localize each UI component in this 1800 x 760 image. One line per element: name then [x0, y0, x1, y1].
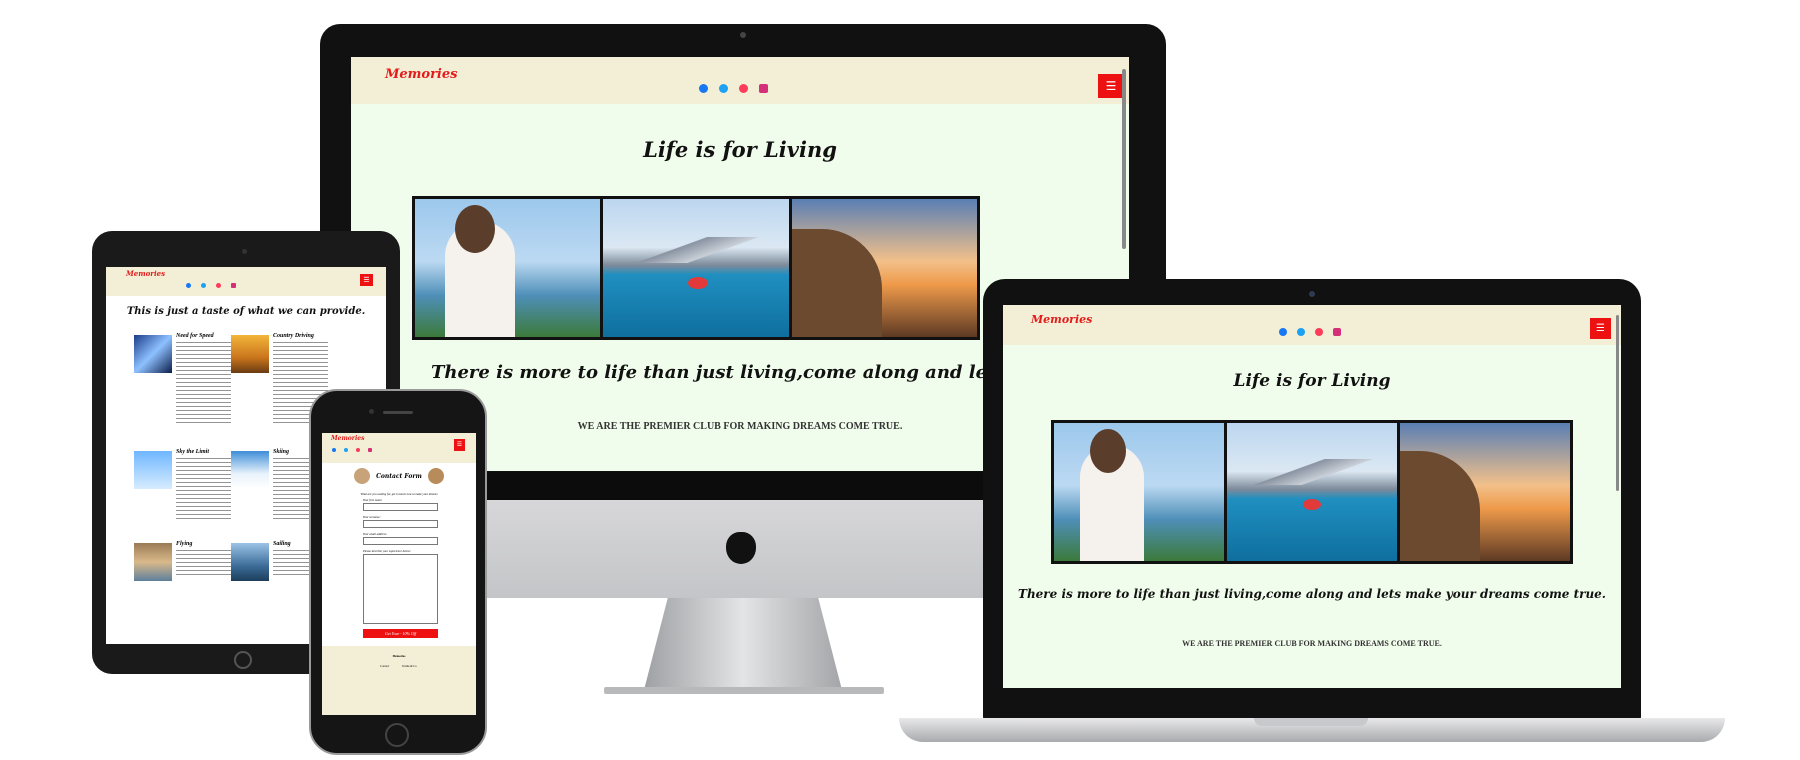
card-title: Flying: [176, 541, 193, 547]
phone-screen: Memories ☰ Contact Form What are you wai…: [322, 433, 476, 715]
nav-bar: Memories ☰: [1003, 305, 1621, 345]
label-details: Please describe your experience below:: [363, 549, 411, 553]
label-surname: Your surname:: [363, 515, 381, 519]
apple-logo-icon: [726, 532, 756, 564]
scrollbar[interactable]: [1616, 315, 1619, 491]
contact-form-title: Contact Form: [376, 473, 422, 480]
twitter-icon[interactable]: [201, 283, 206, 288]
card-text: [176, 458, 231, 520]
youtube-icon[interactable]: [1315, 328, 1323, 336]
submit-button[interactable]: Get Your - 10% Off: [363, 629, 438, 638]
social-links: [332, 448, 372, 452]
card-image: [134, 335, 172, 373]
youtube-icon[interactable]: [739, 84, 748, 93]
brand-logo[interactable]: Memories: [385, 67, 457, 82]
card-image: [231, 451, 269, 489]
menu-button[interactable]: ☰: [1590, 318, 1611, 339]
imac-camera: [740, 32, 746, 38]
card-title: Sailing: [273, 541, 291, 547]
nav-bar: Memories ☰: [351, 57, 1129, 104]
card-title: Sky the Limit: [176, 449, 209, 455]
twitter-icon[interactable]: [719, 84, 728, 93]
brand-logo[interactable]: Memories: [1031, 313, 1092, 326]
nav-bar: Memories ☰: [322, 433, 476, 463]
service-card: Need for Speed: [134, 333, 244, 433]
label-email: Your email address:: [363, 532, 387, 536]
card-text: [176, 550, 231, 576]
twitter-icon[interactable]: [344, 448, 348, 452]
surname-input[interactable]: [363, 520, 438, 528]
social-links: [186, 283, 236, 288]
facebook-icon[interactable]: [699, 84, 708, 93]
menu-button[interactable]: ☰: [1098, 74, 1124, 98]
nav-bar: Memories ☰: [106, 267, 386, 296]
banner-text: WE ARE THE PREMIER CLUB FOR MAKING DREAM…: [1182, 639, 1442, 648]
youtube-icon[interactable]: [216, 283, 221, 288]
imac-base: [604, 687, 884, 694]
label-first-name: Your first name:: [363, 498, 383, 502]
menu-button[interactable]: ☰: [360, 274, 373, 286]
laptop-camera: [1309, 291, 1315, 297]
photo-strip: [412, 196, 980, 340]
laptop-screen: Memories ☰ Life is for Living There is m…: [1003, 305, 1621, 688]
footer-link-terms[interactable]: Terms & Co: [402, 664, 417, 668]
hero-title: Life is for Living: [643, 137, 837, 162]
photo-climber: [1400, 423, 1570, 561]
instagram-icon[interactable]: [1333, 328, 1341, 336]
footer-link-contact[interactable]: Contact: [380, 664, 389, 668]
photo-kayak: [603, 199, 792, 337]
photo-strip: [1051, 420, 1573, 564]
card-title: Country Driving: [273, 333, 314, 339]
facebook-icon[interactable]: [332, 448, 336, 452]
service-card: Sky the Limit: [134, 449, 244, 529]
tagline: There is more to life than just living,c…: [1018, 587, 1606, 601]
instagram-icon[interactable]: [368, 448, 372, 452]
youtube-icon[interactable]: [356, 448, 360, 452]
photo-woman: [1054, 423, 1227, 561]
menu-button[interactable]: ☰: [454, 439, 465, 451]
social-links: [1279, 328, 1341, 336]
laptop-notch: [1254, 718, 1368, 726]
hero-title: Life is for Living: [1233, 371, 1391, 391]
instagram-icon[interactable]: [759, 84, 768, 93]
card-image: [231, 543, 269, 581]
photo-kayak: [1227, 423, 1400, 561]
twitter-icon[interactable]: [1297, 328, 1305, 336]
brand-logo[interactable]: Memories: [126, 269, 165, 278]
facebook-icon[interactable]: [186, 283, 191, 288]
phone-camera: [369, 409, 374, 414]
card-title: Skiing: [273, 449, 290, 455]
service-card: Flying: [134, 541, 244, 601]
tablet-home-button[interactable]: [234, 651, 252, 669]
footer: Memories Contact Terms & Co: [322, 646, 476, 715]
brand-logo[interactable]: Memories: [331, 435, 364, 442]
social-links: [699, 84, 768, 93]
services-heading: This is just a taste of what we can prov…: [126, 306, 366, 317]
phone-speaker: [383, 411, 413, 414]
details-textarea[interactable]: [363, 554, 438, 624]
phone-home-button[interactable]: [385, 723, 409, 747]
imac-stand: [644, 598, 842, 690]
facebook-icon[interactable]: [1279, 328, 1287, 336]
card-title: Need for Speed: [176, 333, 214, 339]
form-intro: What are you waiting for, get in touch n…: [360, 492, 438, 496]
tablet-camera: [242, 249, 247, 254]
card-image: [134, 543, 172, 581]
card-image: [134, 451, 172, 489]
card-text: [176, 342, 231, 424]
laptop-device: Memories ☰ Life is for Living There is m…: [983, 279, 1641, 721]
phone-device: Memories ☰ Contact Form What are you wai…: [309, 389, 487, 755]
first-name-input[interactable]: [363, 503, 438, 511]
email-input[interactable]: [363, 537, 438, 545]
instagram-icon[interactable]: [231, 283, 236, 288]
card-image: [231, 335, 269, 373]
photo-woman: [415, 199, 604, 337]
photo-climber: [791, 199, 977, 337]
footer-brand: Memories: [392, 654, 406, 658]
